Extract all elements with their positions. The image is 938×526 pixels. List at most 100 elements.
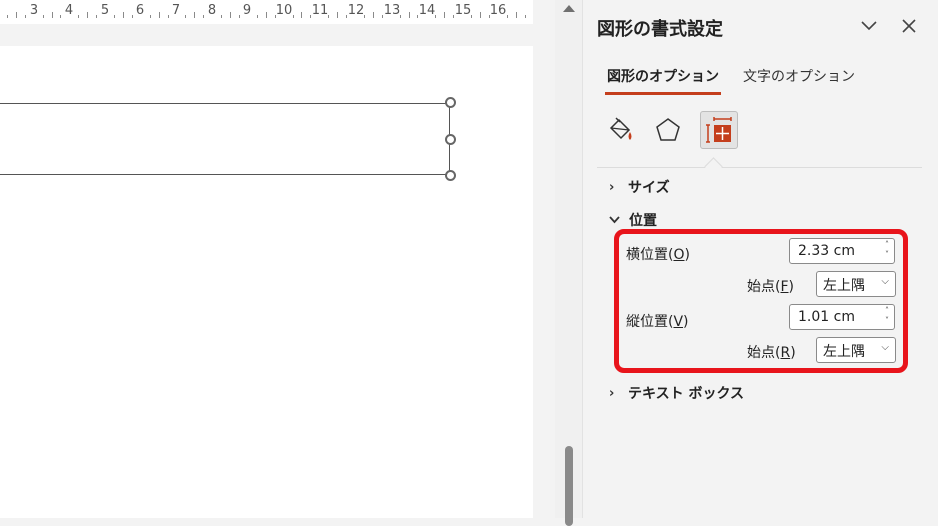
- ruler-number: 10: [275, 3, 293, 18]
- chevron-right-icon: ›: [609, 385, 615, 401]
- scroll-thumb[interactable]: [565, 446, 573, 526]
- vertical-from-dropdown[interactable]: 左上隅 ⌵: [816, 337, 896, 363]
- section-textbox-label: テキスト ボックス: [628, 386, 745, 402]
- ruler-number: 12: [347, 3, 365, 18]
- ruler-tick: [506, 15, 508, 18]
- section-size-label: サイズ: [628, 180, 670, 196]
- ruler-tick: [265, 12, 267, 18]
- dropdown-caret-icon: ⌵: [881, 342, 889, 353]
- chevron-down-icon: [861, 21, 877, 31]
- pane-options-button[interactable]: [857, 14, 881, 38]
- horizontal-position-value[interactable]: 2.33 cm: [798, 243, 855, 259]
- paint-bucket-icon: [609, 117, 632, 140]
- tab-text-options[interactable]: 文字のオプション: [743, 66, 855, 92]
- size-properties-category-button[interactable]: [700, 111, 738, 149]
- resize-handle-right[interactable]: [445, 134, 456, 145]
- ruler-tick: [6, 15, 8, 18]
- dropdown-caret-icon: ⌵: [881, 276, 889, 287]
- ruler-tick: [408, 12, 410, 18]
- chevron-down-icon: [609, 216, 620, 224]
- ruler-tick: [381, 15, 383, 18]
- horizontal-position-input[interactable]: 2.33 cm ˄ ˅: [789, 238, 895, 264]
- category-divider: [597, 167, 922, 168]
- size-position-icon: [706, 117, 732, 143]
- ruler-tick: [372, 12, 374, 18]
- ruler-tick: [238, 15, 240, 18]
- ruler-tick: [96, 15, 98, 18]
- tab-shape-options[interactable]: 図形のオプション: [605, 66, 721, 95]
- ruler-tick: [51, 12, 53, 18]
- section-size-header[interactable]: › サイズ: [609, 177, 670, 197]
- ruler-tick: [158, 12, 160, 18]
- ruler-tick: [24, 15, 26, 18]
- ruler-tick: [435, 15, 437, 18]
- spinner-arrows-icon[interactable]: ˄ ˅: [885, 240, 889, 260]
- close-icon: [902, 19, 916, 33]
- ruler-number: 4: [64, 3, 74, 18]
- ruler-number: 7: [171, 3, 181, 18]
- ruler-tick: [42, 15, 44, 18]
- ruler-number: 14: [418, 3, 436, 18]
- ruler-tick: [185, 15, 187, 18]
- ruler-tick: [114, 15, 116, 18]
- ruler-tick: [131, 15, 133, 18]
- ruler-tick: [328, 15, 330, 18]
- spinner-arrows-icon[interactable]: ˄ ˅: [885, 306, 889, 326]
- resize-handle-bottom-right[interactable]: [445, 170, 456, 181]
- ruler-tick: [479, 12, 481, 18]
- ruler-tick: [167, 15, 169, 18]
- selected-shape[interactable]: [0, 97, 456, 181]
- horizontal-position-label: 横位置(O): [626, 247, 690, 263]
- horizontal-from-value: 左上隅: [823, 278, 865, 294]
- ruler-tick: [60, 15, 62, 18]
- pentagon-icon: [656, 118, 680, 141]
- ruler-number: 16: [489, 3, 507, 18]
- slide[interactable]: [0, 46, 533, 518]
- ruler-tick: [221, 15, 223, 18]
- ruler-tick: [444, 12, 446, 18]
- ruler-tick: [78, 15, 80, 18]
- ruler-number: 6: [135, 3, 145, 18]
- ruler-number: 15: [454, 3, 472, 18]
- vertical-position-input[interactable]: 1.01 cm ˄ ˅: [789, 304, 895, 330]
- ruler-tick: [524, 15, 526, 18]
- ruler-tick: [87, 12, 89, 18]
- ruler-tick: [194, 12, 196, 18]
- vertical-position-label: 縦位置(V): [626, 314, 689, 330]
- ruler-tick: [149, 15, 151, 18]
- ruler-tick: [15, 12, 17, 18]
- pane-title: 図形の書式設定: [597, 19, 723, 40]
- fill-line-category-button[interactable]: [601, 111, 639, 149]
- pane-close-button[interactable]: [897, 14, 921, 38]
- ruler-tick: [230, 12, 232, 18]
- ruler-tick: [515, 12, 517, 18]
- ruler-number: 13: [383, 3, 401, 18]
- horizontal-from-label: 始点(F): [747, 279, 794, 295]
- ruler-number: 8: [207, 3, 217, 18]
- scroll-up-arrow-icon[interactable]: [563, 5, 575, 12]
- effects-category-button[interactable]: [649, 111, 687, 149]
- slide-canvas-area: [0, 24, 533, 518]
- ruler-tick: [337, 12, 339, 18]
- ruler-tick: [122, 12, 124, 18]
- horizontal-ruler: 3 4 5 6 7 8 9 10 11 12 13 14 15 16: [0, 0, 533, 25]
- category-pointer: [704, 157, 723, 176]
- vertical-from-label: 始点(R): [747, 345, 796, 361]
- ruler-tick: [256, 15, 258, 18]
- ruler-number: 3: [29, 3, 39, 18]
- ruler-tick: [292, 15, 294, 18]
- ruler-tick: [203, 15, 205, 18]
- section-textbox-header[interactable]: › テキスト ボックス: [609, 383, 744, 403]
- ruler-number: 11: [311, 3, 329, 18]
- vertical-scrollbar[interactable]: [555, 0, 582, 526]
- format-shape-pane: 図形の書式設定 図形のオプション 文字のオプション › サイズ 位置 横位置(O…: [582, 0, 938, 518]
- section-position-header[interactable]: 位置: [609, 210, 657, 230]
- vertical-position-value[interactable]: 1.01 cm: [798, 309, 855, 325]
- resize-handle-top-right[interactable]: [445, 97, 456, 108]
- section-position-label: 位置: [629, 213, 657, 229]
- ruler-tick: [301, 12, 303, 18]
- horizontal-from-dropdown[interactable]: 左上隅 ⌵: [816, 271, 896, 297]
- chevron-right-icon: ›: [609, 179, 615, 195]
- vertical-from-value: 左上隅: [823, 344, 865, 360]
- ruler-number: 5: [100, 3, 110, 18]
